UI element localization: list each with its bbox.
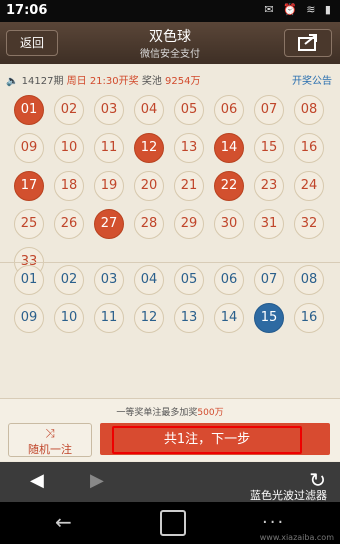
- red-ball-21[interactable]: 21: [174, 171, 204, 201]
- red-ball-16[interactable]: 16: [294, 133, 324, 163]
- draw-time: 周日 21:30开奖: [66, 76, 139, 87]
- red-ball-04[interactable]: 04: [134, 95, 164, 125]
- red-ball-15[interactable]: 15: [254, 133, 284, 163]
- red-ball-03[interactable]: 03: [94, 95, 124, 125]
- red-ball-09[interactable]: 09: [14, 133, 44, 163]
- red-ball-27[interactable]: 27: [94, 209, 124, 239]
- red-ball-02[interactable]: 02: [54, 95, 84, 125]
- red-ball-18[interactable]: 18: [54, 171, 84, 201]
- blue-ball-08[interactable]: 08: [294, 265, 324, 295]
- red-ball-05[interactable]: 05: [174, 95, 204, 125]
- red-ball-26[interactable]: 26: [54, 209, 84, 239]
- status-bar: 17:06 ✉ ⏰ ≋ ▮: [0, 0, 340, 22]
- red-ball-23[interactable]: 23: [254, 171, 284, 201]
- announcement-link[interactable]: 开奖公告: [292, 72, 332, 87]
- red-ball-19[interactable]: 19: [94, 171, 124, 201]
- red-ball-28[interactable]: 28: [134, 209, 164, 239]
- bottom-panel: 一等奖单注最多加奖500万 ⤨ 随机一注 共1注，下一步: [0, 398, 340, 461]
- clock: 17:06: [6, 3, 48, 18]
- blue-ball-02[interactable]: 02: [54, 265, 84, 295]
- blue-ball-11[interactable]: 11: [94, 303, 124, 333]
- blue-ball-13[interactable]: 13: [174, 303, 204, 333]
- pool-amount: 9254万: [165, 76, 201, 87]
- red-ball-06[interactable]: 06: [214, 95, 244, 125]
- red-ball-10[interactable]: 10: [54, 133, 84, 163]
- red-ball-12[interactable]: 12: [134, 133, 164, 163]
- shuffle-icon: ⤨: [45, 426, 55, 440]
- red-ball-08[interactable]: 08: [294, 95, 324, 125]
- browser-forward-icon[interactable]: ▶: [90, 470, 104, 491]
- blue-ball-01[interactable]: 01: [14, 265, 44, 295]
- red-ball-30[interactable]: 30: [214, 209, 244, 239]
- red-ball-14[interactable]: 14: [214, 133, 244, 163]
- nav-back-icon[interactable]: ←: [55, 510, 72, 534]
- divider: [0, 262, 340, 263]
- red-ball-20[interactable]: 20: [134, 171, 164, 201]
- status-icons: ✉ ⏰ ≋ ▮: [264, 3, 334, 16]
- blue-ball-05[interactable]: 05: [174, 265, 204, 295]
- next-step-button[interactable]: 共1注，下一步: [100, 423, 330, 455]
- blue-ball-03[interactable]: 03: [94, 265, 124, 295]
- red-ball-31[interactable]: 31: [254, 209, 284, 239]
- red-ball-22[interactable]: 22: [214, 171, 244, 201]
- bonus-note-text: 一等奖单注最多加奖: [116, 408, 198, 418]
- blue-ball-15[interactable]: 15: [254, 303, 284, 333]
- blue-ball-06[interactable]: 06: [214, 265, 244, 295]
- nav-home-icon[interactable]: [160, 510, 186, 536]
- watermark-url: www.xiazaiba.com: [259, 533, 334, 542]
- red-ball-24[interactable]: 24: [294, 171, 324, 201]
- red-ball-11[interactable]: 11: [94, 133, 124, 163]
- next-step-label: 共1注，下一步: [112, 426, 302, 454]
- nav-menu-icon[interactable]: ···: [262, 512, 285, 533]
- red-ball-32[interactable]: 32: [294, 209, 324, 239]
- share-button[interactable]: [284, 29, 332, 57]
- app-header: 返回 双色球 微信安全支付: [0, 22, 340, 64]
- red-ball-13[interactable]: 13: [174, 133, 204, 163]
- red-ball-29[interactable]: 29: [174, 209, 204, 239]
- blue-ball-16[interactable]: 16: [294, 303, 324, 333]
- pool-label: 奖池: [141, 76, 162, 87]
- blue-ball-12[interactable]: 12: [134, 303, 164, 333]
- watermark: 蓝色光波过滤器: [250, 489, 327, 502]
- system-nav-bar: ← ··· www.xiazaiba.com: [0, 502, 340, 544]
- browser-back-icon[interactable]: ◀: [30, 470, 44, 491]
- bonus-amount: 500万: [197, 408, 224, 418]
- bonus-note: 一等奖单注最多加奖500万: [0, 405, 340, 418]
- red-ball-25[interactable]: 25: [14, 209, 44, 239]
- red-ball-01[interactable]: 01: [14, 95, 44, 125]
- random-pick-button[interactable]: ⤨ 随机一注: [8, 423, 92, 457]
- blue-ball-14[interactable]: 14: [214, 303, 244, 333]
- share-icon: [298, 34, 317, 51]
- draw-info-bar: 🔈 14127期 周日 21:30开奖 奖池 9254万 开奖公告: [0, 66, 340, 88]
- blue-ball-10[interactable]: 10: [54, 303, 84, 333]
- speaker-icon: 🔈: [6, 76, 19, 87]
- issue-number: 14127期: [21, 76, 64, 87]
- blue-ball-07[interactable]: 07: [254, 265, 284, 295]
- random-pick-label: 随机一注: [28, 443, 72, 456]
- red-ball-07[interactable]: 07: [254, 95, 284, 125]
- blue-ball-09[interactable]: 09: [14, 303, 44, 333]
- red-ball-17[interactable]: 17: [14, 171, 44, 201]
- blue-ball-04[interactable]: 04: [134, 265, 164, 295]
